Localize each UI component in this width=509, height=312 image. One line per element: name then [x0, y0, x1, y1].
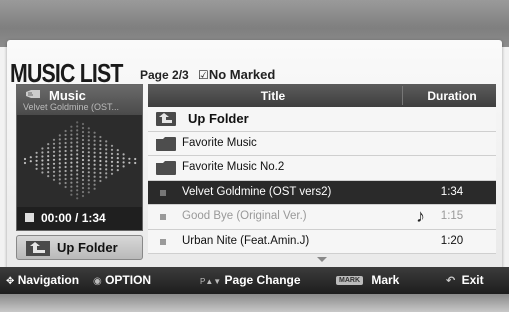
row-title: Velvet Goldmine (OST vers2) [182, 185, 332, 198]
music-file-icon [160, 214, 166, 220]
checkbox-icon: ☑ [198, 68, 209, 82]
table-row[interactable]: Good Bye (Original Ver.) ♪ 1:15 [148, 205, 496, 230]
now-playing-box: Music Velvet Goldmine (OST... 00:00 / 1:… [16, 84, 143, 231]
up-folder-button-label: Up Folder [57, 240, 118, 255]
table-row-selected[interactable]: Velvet Goldmine (OST vers2) 1:34 [148, 180, 496, 205]
nav-navigation-label: Navigation [17, 273, 80, 287]
up-folder-icon [26, 241, 50, 256]
option-button-icon: ◉ [93, 276, 102, 287]
playback-time-row: 00:00 / 1:34 [17, 207, 142, 230]
now-playing-category: Music [49, 88, 86, 103]
table-row-folder[interactable]: Favorite Music No.2 [148, 156, 496, 181]
exit-icon: ↶ [446, 275, 456, 287]
nav-page-change-label: Page Change [224, 273, 301, 287]
bottom-nav-bar: ✥ Navigation ◉ OPTION P▲▼ Page Change MA… [0, 267, 509, 294]
music-category-icon [26, 90, 40, 98]
column-header-duration: Duration [427, 89, 477, 103]
now-playing-header: Music Velvet Goldmine (OST... [17, 85, 142, 115]
music-file-icon [160, 238, 166, 245]
table-header: Title Duration [148, 84, 496, 107]
row-title: Favorite Music [182, 136, 257, 149]
now-playing-track: Velvet Goldmine (OST... [23, 102, 120, 112]
row-duration: 1:20 [440, 234, 464, 247]
nav-option: ◉ OPTION [93, 273, 151, 287]
folder-icon [156, 136, 176, 151]
marked-status: No Marked [208, 67, 276, 82]
file-list: Up Folder Favorite Music Favorite Music … [148, 107, 496, 254]
dpad-icon: ✥ [6, 276, 15, 287]
playback-time: 00:00 / 1:34 [41, 211, 106, 225]
row-title: Favorite Music No.2 [182, 161, 285, 173]
row-title: Good Bye (Original Ver.) [182, 210, 307, 222]
nav-navigation: ✥ Navigation [6, 273, 79, 287]
table-row[interactable]: Urban Nite (Feat.Amin.J) 1:20 [148, 229, 496, 254]
column-header-title: Title [260, 89, 286, 103]
page-info: Page 2/3 ☑No Marked [140, 67, 275, 82]
table-row-folder[interactable]: Favorite Music [148, 131, 496, 156]
row-duration: 1:34 [440, 185, 464, 198]
equalizer-dots [23, 121, 137, 200]
bottom-gradient-band [0, 294, 509, 312]
folder-icon [156, 161, 176, 175]
row-title: Urban Nite (Feat.Amin.J) [182, 234, 310, 247]
music-file-icon [160, 189, 166, 196]
up-folder-button[interactable]: Up Folder [16, 235, 143, 260]
page-indicator: Page 2/3 [140, 68, 189, 82]
nav-page-change: P▲▼ Page Change [200, 273, 301, 287]
mark-key-icon: MARK [336, 276, 363, 286]
nav-mark-label: Mark [371, 273, 400, 287]
equalizer-visual [17, 115, 142, 207]
row-duration: 1:15 [440, 210, 464, 222]
nav-option-label: OPTION [105, 273, 152, 287]
nav-exit: ↶ Exit [446, 273, 484, 287]
nav-mark: MARK Mark [336, 273, 399, 287]
nav-exit-label: Exit [461, 273, 484, 287]
column-divider [402, 86, 403, 105]
row-title: Up Folder [188, 111, 249, 126]
stop-icon [25, 213, 34, 222]
table-row-up-folder[interactable]: Up Folder [148, 107, 496, 132]
scroll-down-arrow-icon[interactable] [317, 257, 327, 262]
up-folder-icon [156, 112, 176, 126]
page-key-icon: P▲▼ [200, 277, 222, 286]
